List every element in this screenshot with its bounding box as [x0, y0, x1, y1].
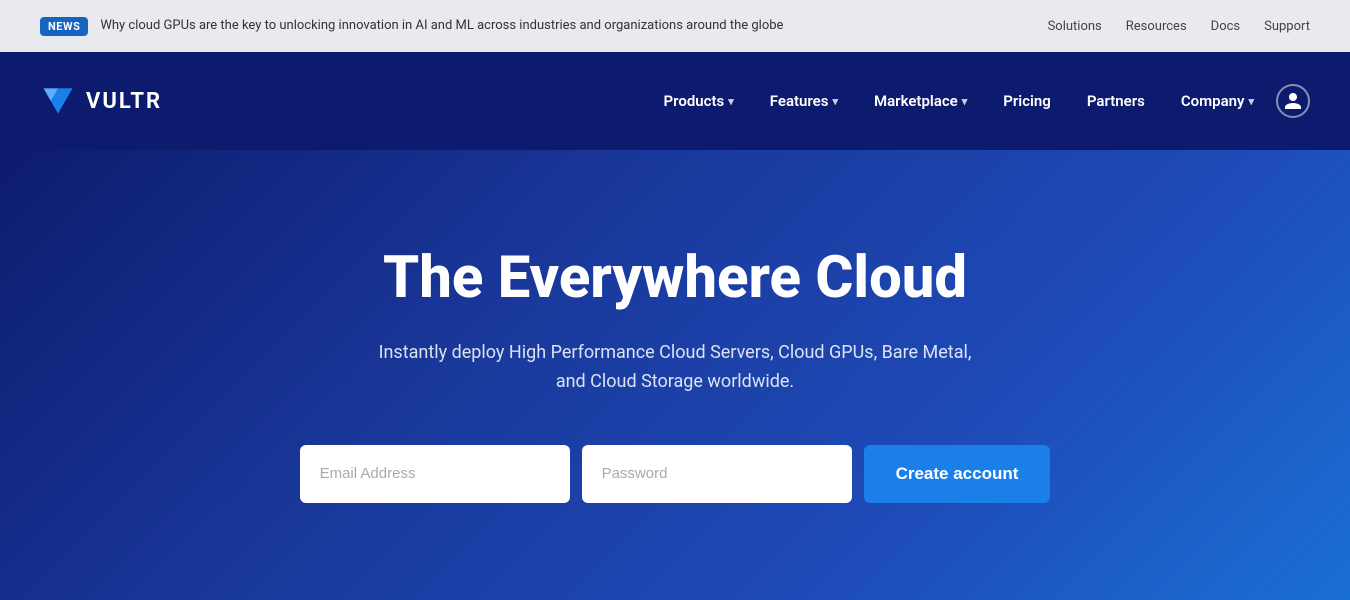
chevron-down-icon: ▾ [832, 95, 838, 108]
nav-item-marketplace[interactable]: Marketplace ▾ [860, 84, 981, 118]
solutions-link[interactable]: Solutions [1048, 19, 1102, 34]
nav-label-pricing: Pricing [1003, 92, 1051, 110]
hero-section: The Everywhere Cloud Instantly deploy Hi… [0, 150, 1350, 600]
hero-form: Create account [300, 445, 1051, 503]
nav-label-features: Features [770, 92, 829, 110]
nav-item-partners[interactable]: Partners [1073, 84, 1159, 118]
nav-links: Products ▾ Features ▾ Marketplace ▾ Pric… [650, 84, 1310, 118]
support-link[interactable]: Support [1264, 19, 1310, 34]
nav-item-company[interactable]: Company ▾ [1167, 84, 1268, 118]
main-nav: VULTR Products ▾ Features ▾ Marketplace … [0, 52, 1350, 150]
announcement-links: Solutions Resources Docs Support [1048, 19, 1310, 34]
person-icon [1283, 91, 1303, 111]
announcement-left: NEWS Why cloud GPUs are the key to unloc… [40, 17, 783, 36]
vultr-logo-icon [40, 83, 76, 119]
create-account-button[interactable]: Create account [864, 445, 1051, 503]
nav-label-company: Company [1181, 92, 1245, 110]
nav-item-pricing[interactable]: Pricing [989, 84, 1065, 118]
news-badge: NEWS [40, 17, 88, 36]
nav-item-products[interactable]: Products ▾ [650, 84, 748, 118]
chevron-down-icon: ▾ [962, 95, 968, 108]
nav-label-marketplace: Marketplace [874, 92, 958, 110]
announcement-text: Why cloud GPUs are the key to unlocking … [100, 17, 783, 35]
hero-subtitle: Instantly deploy High Performance Cloud … [375, 339, 975, 397]
nav-label-products: Products [664, 92, 725, 110]
resources-link[interactable]: Resources [1126, 19, 1187, 34]
nav-label-partners: Partners [1087, 92, 1145, 110]
logo-text: VULTR [86, 89, 162, 114]
email-input[interactable] [300, 445, 570, 503]
hero-title: The Everywhere Cloud [383, 247, 967, 311]
docs-link[interactable]: Docs [1211, 19, 1240, 34]
chevron-down-icon: ▾ [728, 95, 734, 108]
user-account-icon[interactable] [1276, 84, 1310, 118]
password-input[interactable] [582, 445, 852, 503]
logo[interactable]: VULTR [40, 83, 162, 119]
chevron-down-icon: ▾ [1248, 95, 1254, 108]
announcement-bar: NEWS Why cloud GPUs are the key to unloc… [0, 0, 1350, 52]
nav-item-features[interactable]: Features ▾ [756, 84, 852, 118]
